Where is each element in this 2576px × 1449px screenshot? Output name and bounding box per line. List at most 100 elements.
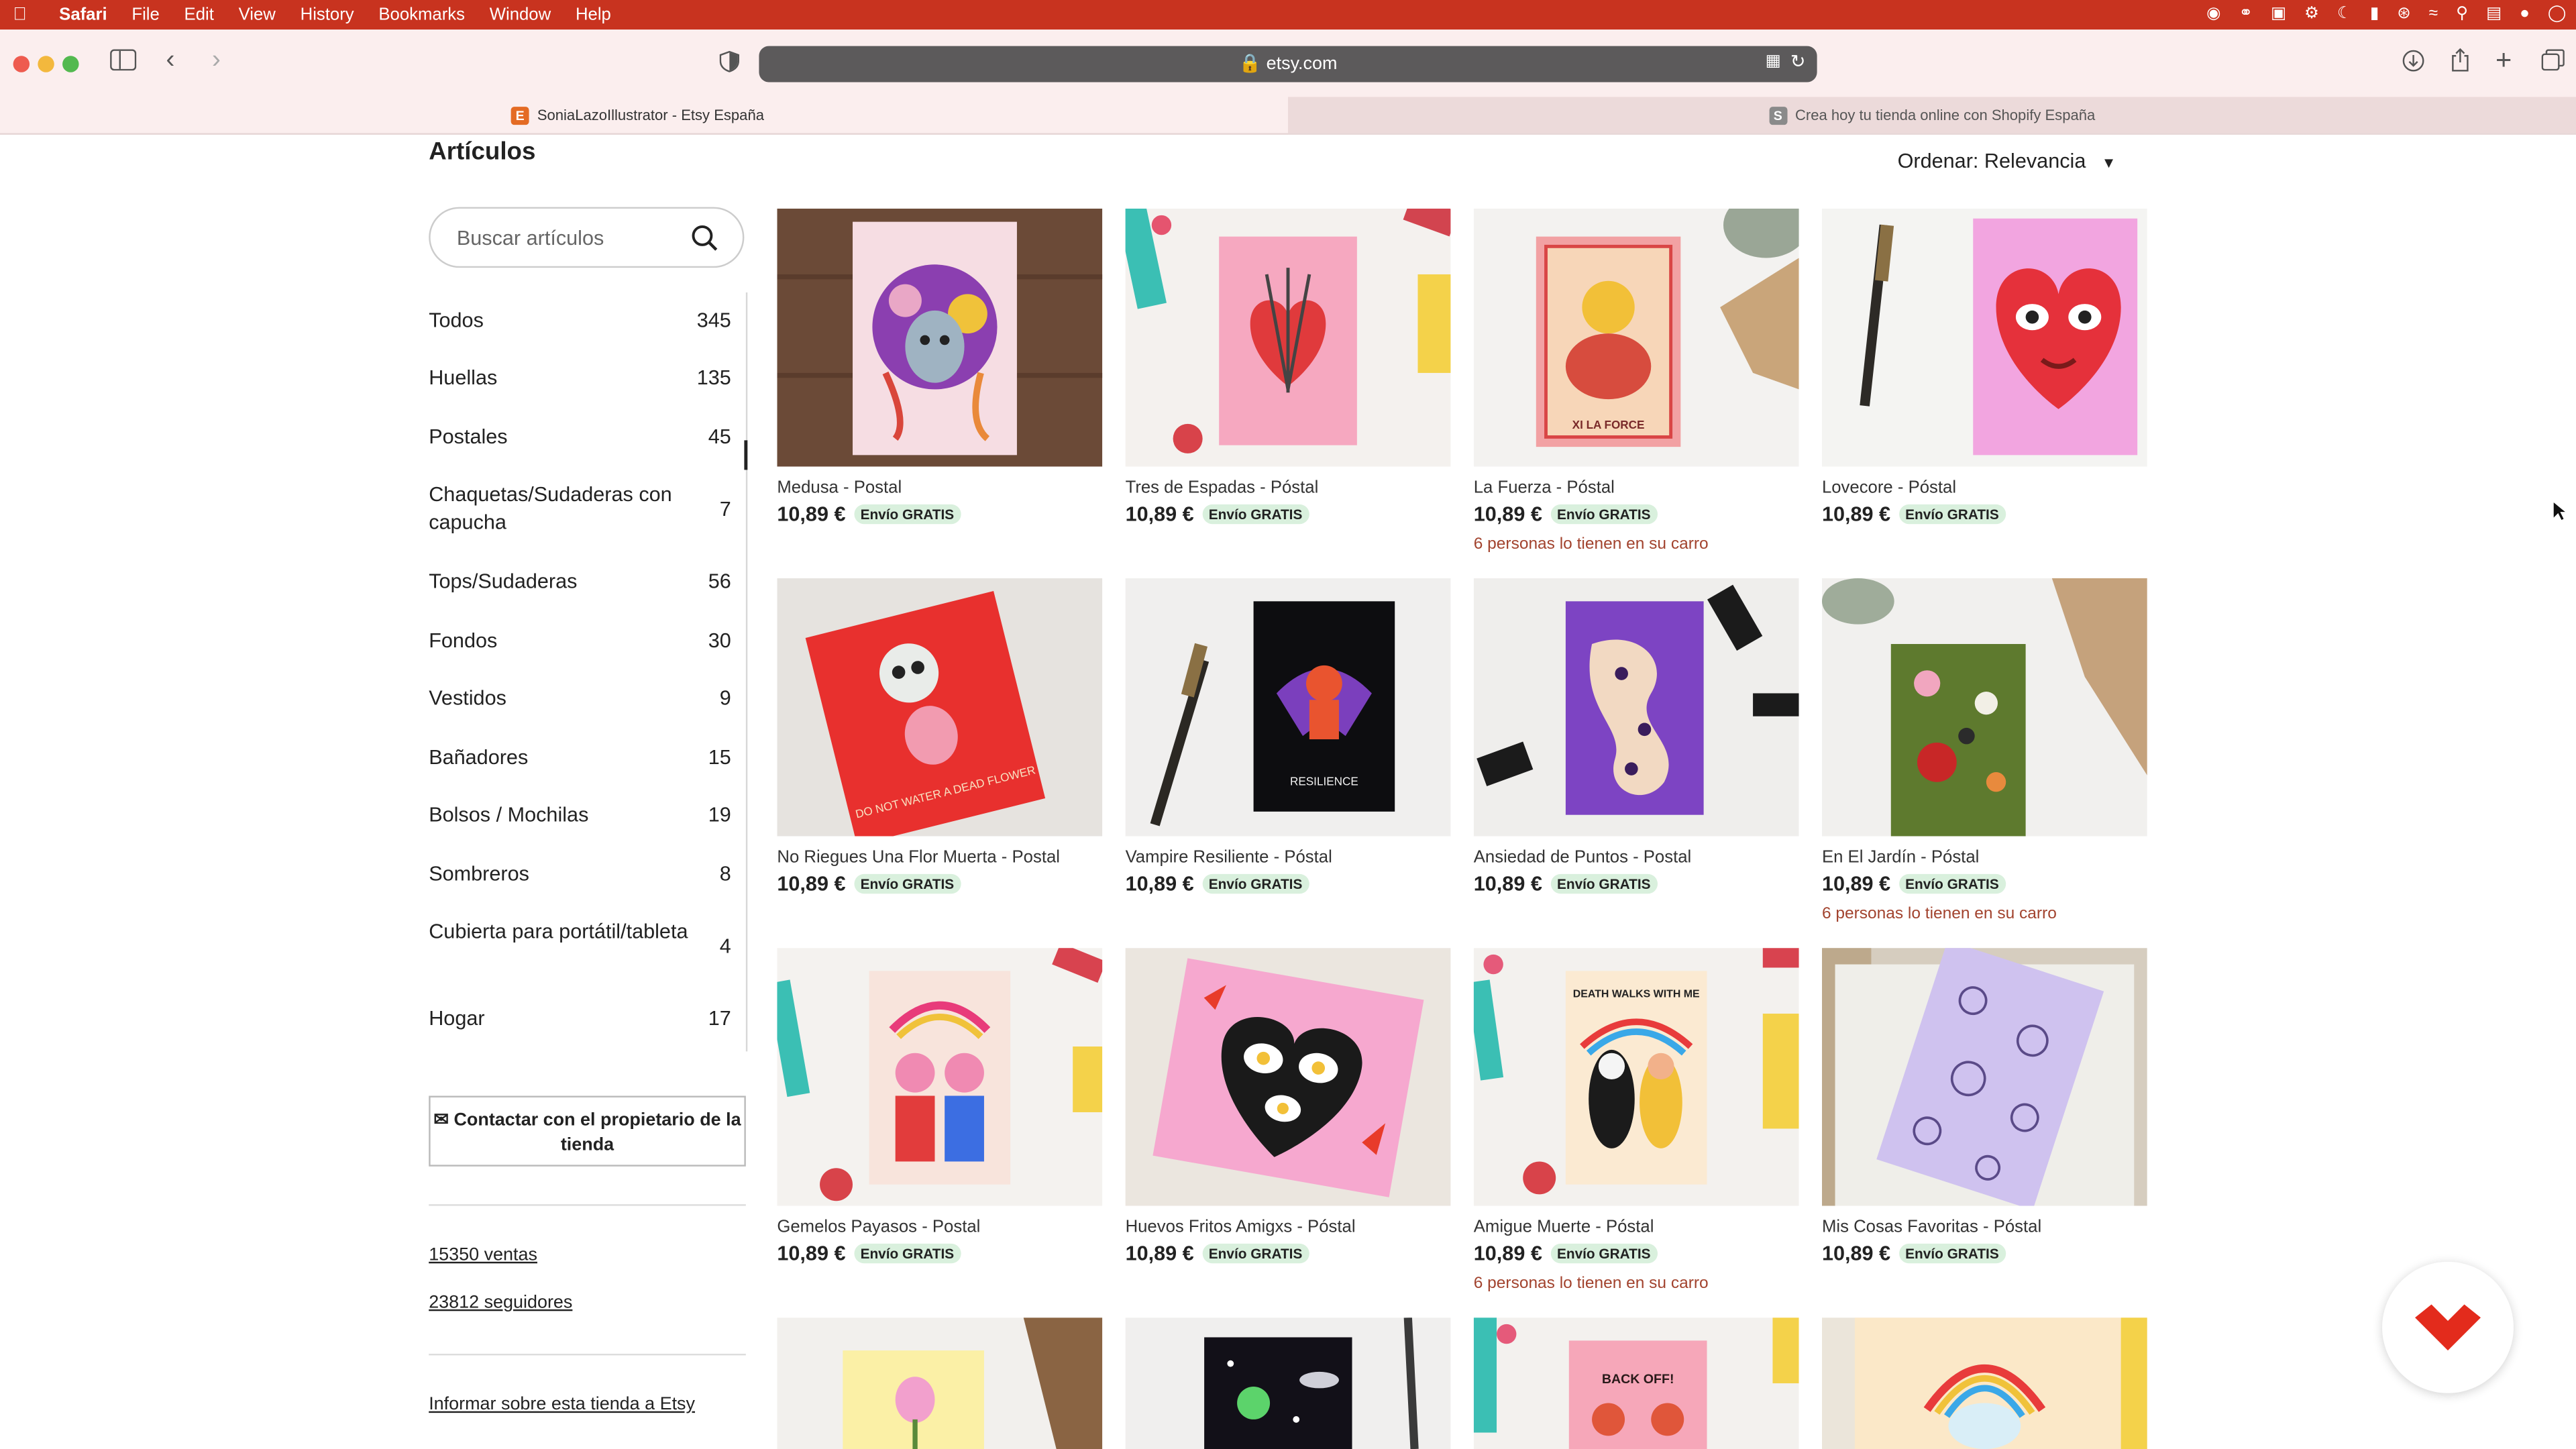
sales-link[interactable]: 15350 ventas [429,1245,537,1265]
display-icon[interactable]: ▣ [2271,0,2286,30]
product-title[interactable]: Amigue Muerte - Póstal [1474,1218,1799,1237]
category-tops[interactable]: Tops/Sudaderas 56 [429,568,731,596]
category-sombreros[interactable]: Sombreros 8 [429,861,731,889]
product-card[interactable]: Tres de Espadas - Póstal 10,89 € Envío GR… [1125,209,1451,526]
product-card[interactable] [777,1318,1103,1449]
product-title[interactable]: No Riegues Una Flor Muerta - Postal [777,848,1102,867]
product-image[interactable] [777,209,1103,467]
product-title[interactable]: Vampire Resiliente - Póstal [1126,848,1451,867]
category-huellas[interactable]: Huellas 135 [429,365,731,393]
contact-owner-button[interactable]: ✉ Contactar con el propietario de la tie… [429,1095,746,1167]
menu-edit[interactable]: Edit [184,5,214,24]
product-image[interactable] [777,948,1103,1206]
translate-icon[interactable]: ▦ [1766,52,1781,70]
zoom-window-button[interactable] [62,56,79,72]
product-title[interactable]: Gemelos Payasos - Postal [777,1218,1102,1237]
category-bolsos[interactable]: Bolsos / Mochilas 19 [429,802,731,830]
product-image[interactable] [777,1318,1103,1449]
minimize-window-button[interactable] [38,56,54,72]
menu-window[interactable]: Window [490,5,551,24]
category-cubierta[interactable]: Cubierta para portátil/tableta 4 [429,918,731,957]
search-icon[interactable]: ⚲ [2456,0,2468,30]
product-card[interactable]: Medusa - Postal 10,89 € Envío GRATIS [777,209,1103,526]
downloads-icon[interactable] [2402,49,2424,77]
product-image[interactable] [1821,1318,2147,1449]
product-title[interactable]: Huevos Fritos Amigxs - Póstal [1126,1218,1451,1237]
product-image[interactable]: DO NOT WATER A DEAD FLOWER [777,578,1103,837]
menu-help[interactable]: Help [576,5,611,24]
gear-icon[interactable]: ⚙ [2304,0,2319,30]
product-image[interactable] [1473,578,1799,837]
back-icon[interactable]: ‹ [166,46,174,76]
bluetooth-icon[interactable]: ⊛ [2397,0,2411,30]
category-vestidos[interactable]: Vestidos 9 [429,685,731,713]
product-image[interactable]: DEATH WALKS WITH ME [1473,948,1799,1206]
menu-history[interactable]: History [301,5,354,24]
close-window-button[interactable] [13,56,30,72]
product-image[interactable] [1125,209,1451,467]
sync-icon[interactable]: ⚭ [2239,0,2253,30]
category-todos[interactable]: Todos 345 [429,307,731,335]
product-title[interactable]: Ansiedad de Puntos - Postal [1474,848,1799,867]
menu-view[interactable]: View [239,5,276,24]
product-title[interactable]: Medusa - Postal [777,478,1102,498]
menu-file[interactable]: File [131,5,159,24]
share-icon[interactable] [2449,48,2471,77]
category-fondos[interactable]: Fondos 30 [429,628,731,656]
apple-icon[interactable]:  [13,5,36,24]
menu-app[interactable]: Safari [59,5,107,24]
privacy-shield-icon[interactable] [719,50,740,77]
category-postales[interactable]: Postales 45 [429,424,731,452]
category-chaquetas[interactable]: Chaquetas/Sudaderas con capucha 7 [429,482,731,537]
product-image[interactable] [1821,578,2147,837]
floating-logo-button[interactable] [2382,1261,2514,1393]
product-title[interactable]: Lovecore - Póstal [1822,478,2147,498]
moon-icon[interactable]: ☾ [2337,0,2352,30]
product-card[interactable]: Lovecore - Póstal 10,89 € Envío GRATIS [1821,209,2147,526]
reload-icon[interactable]: ↻ [1790,51,1806,72]
product-title[interactable]: Tres de Espadas - Póstal [1126,478,1451,498]
product-image[interactable] [1821,948,2147,1206]
product-card[interactable]: Gemelos Payasos - Postal 10,89 € Envío GR… [777,948,1103,1265]
product-card[interactable]: Ansiedad de Puntos - Postal 10,89 € Envío… [1473,578,1799,896]
product-image[interactable] [1125,1318,1451,1449]
search-input[interactable] [453,225,690,252]
report-shop-link[interactable]: Informar sobre esta tienda a Etsy [429,1395,695,1414]
sort-dropdown[interactable]: Ordenar: Relevancia ▼ [1898,150,2116,172]
wifi-icon[interactable]: ≈ [2429,0,2438,30]
product-title[interactable]: La Fuerza - Póstal [1474,478,1799,498]
tab-overview-icon[interactable] [2541,49,2565,75]
product-card[interactable]: XI LA FORCE La Fuerza - Póstal 10,89 € En… [1473,209,1799,553]
product-image[interactable]: XI LA FORCE [1473,209,1799,467]
tab-etsy[interactable]: E SoniaLazoIllustrator - Etsy España [511,97,764,133]
new-tab-icon[interactable]: + [2496,44,2512,77]
product-card[interactable]: DO NOT WATER A DEAD FLOWER No Riegues Un… [777,578,1103,896]
creative-cloud-icon[interactable]: ◉ [2206,0,2220,30]
product-image[interactable]: BACK OFF! [1473,1318,1799,1449]
product-card[interactable]: DEATH WALKS WITH ME Amigue Muerte - Póst… [1473,948,1799,1293]
control-center-icon[interactable]: ▤ [2486,0,2502,30]
search-icon[interactable] [692,225,718,252]
address-bar[interactable]: 🔒 etsy.com ▦ ↻ [759,46,1817,83]
product-card[interactable]: BACK OFF! [1473,1318,1799,1449]
product-title[interactable]: Mis Cosas Favoritas - Póstal [1822,1218,2147,1237]
siri-icon[interactable]: ● [2520,0,2530,30]
followers-link[interactable]: 23812 seguidores [429,1293,572,1312]
forward-icon[interactable]: › [212,46,221,76]
product-image[interactable]: RESILIENCE [1125,578,1451,837]
product-image[interactable] [1125,948,1451,1206]
category-hogar[interactable]: Hogar 17 [429,1006,731,1034]
product-card[interactable]: En El Jardín - Póstal 10,89 € Envío GRATI… [1821,578,2147,923]
product-card[interactable]: Huevos Fritos Amigxs - Póstal 10,89 € Env… [1125,948,1451,1265]
product-image[interactable] [1821,209,2147,467]
sidebar-icon[interactable] [110,49,137,75]
product-card[interactable]: Mis Cosas Favoritas - Póstal 10,89 € Enví… [1821,948,2147,1265]
category-banadores[interactable]: Bañadores 15 [429,744,731,772]
menu-bookmarks[interactable]: Bookmarks [378,5,465,24]
tab-shopify[interactable]: S Crea hoy tu tienda online con Shopify … [1288,97,2576,133]
product-card[interactable] [1125,1318,1451,1449]
product-card[interactable]: RESILIENCE Vampire Resiliente - Póstal 1… [1125,578,1451,896]
product-title[interactable]: En El Jardín - Póstal [1822,848,2147,867]
flag-icon[interactable]: ▮ [2370,0,2379,30]
notification-icon[interactable]: ◯ [2548,0,2566,30]
